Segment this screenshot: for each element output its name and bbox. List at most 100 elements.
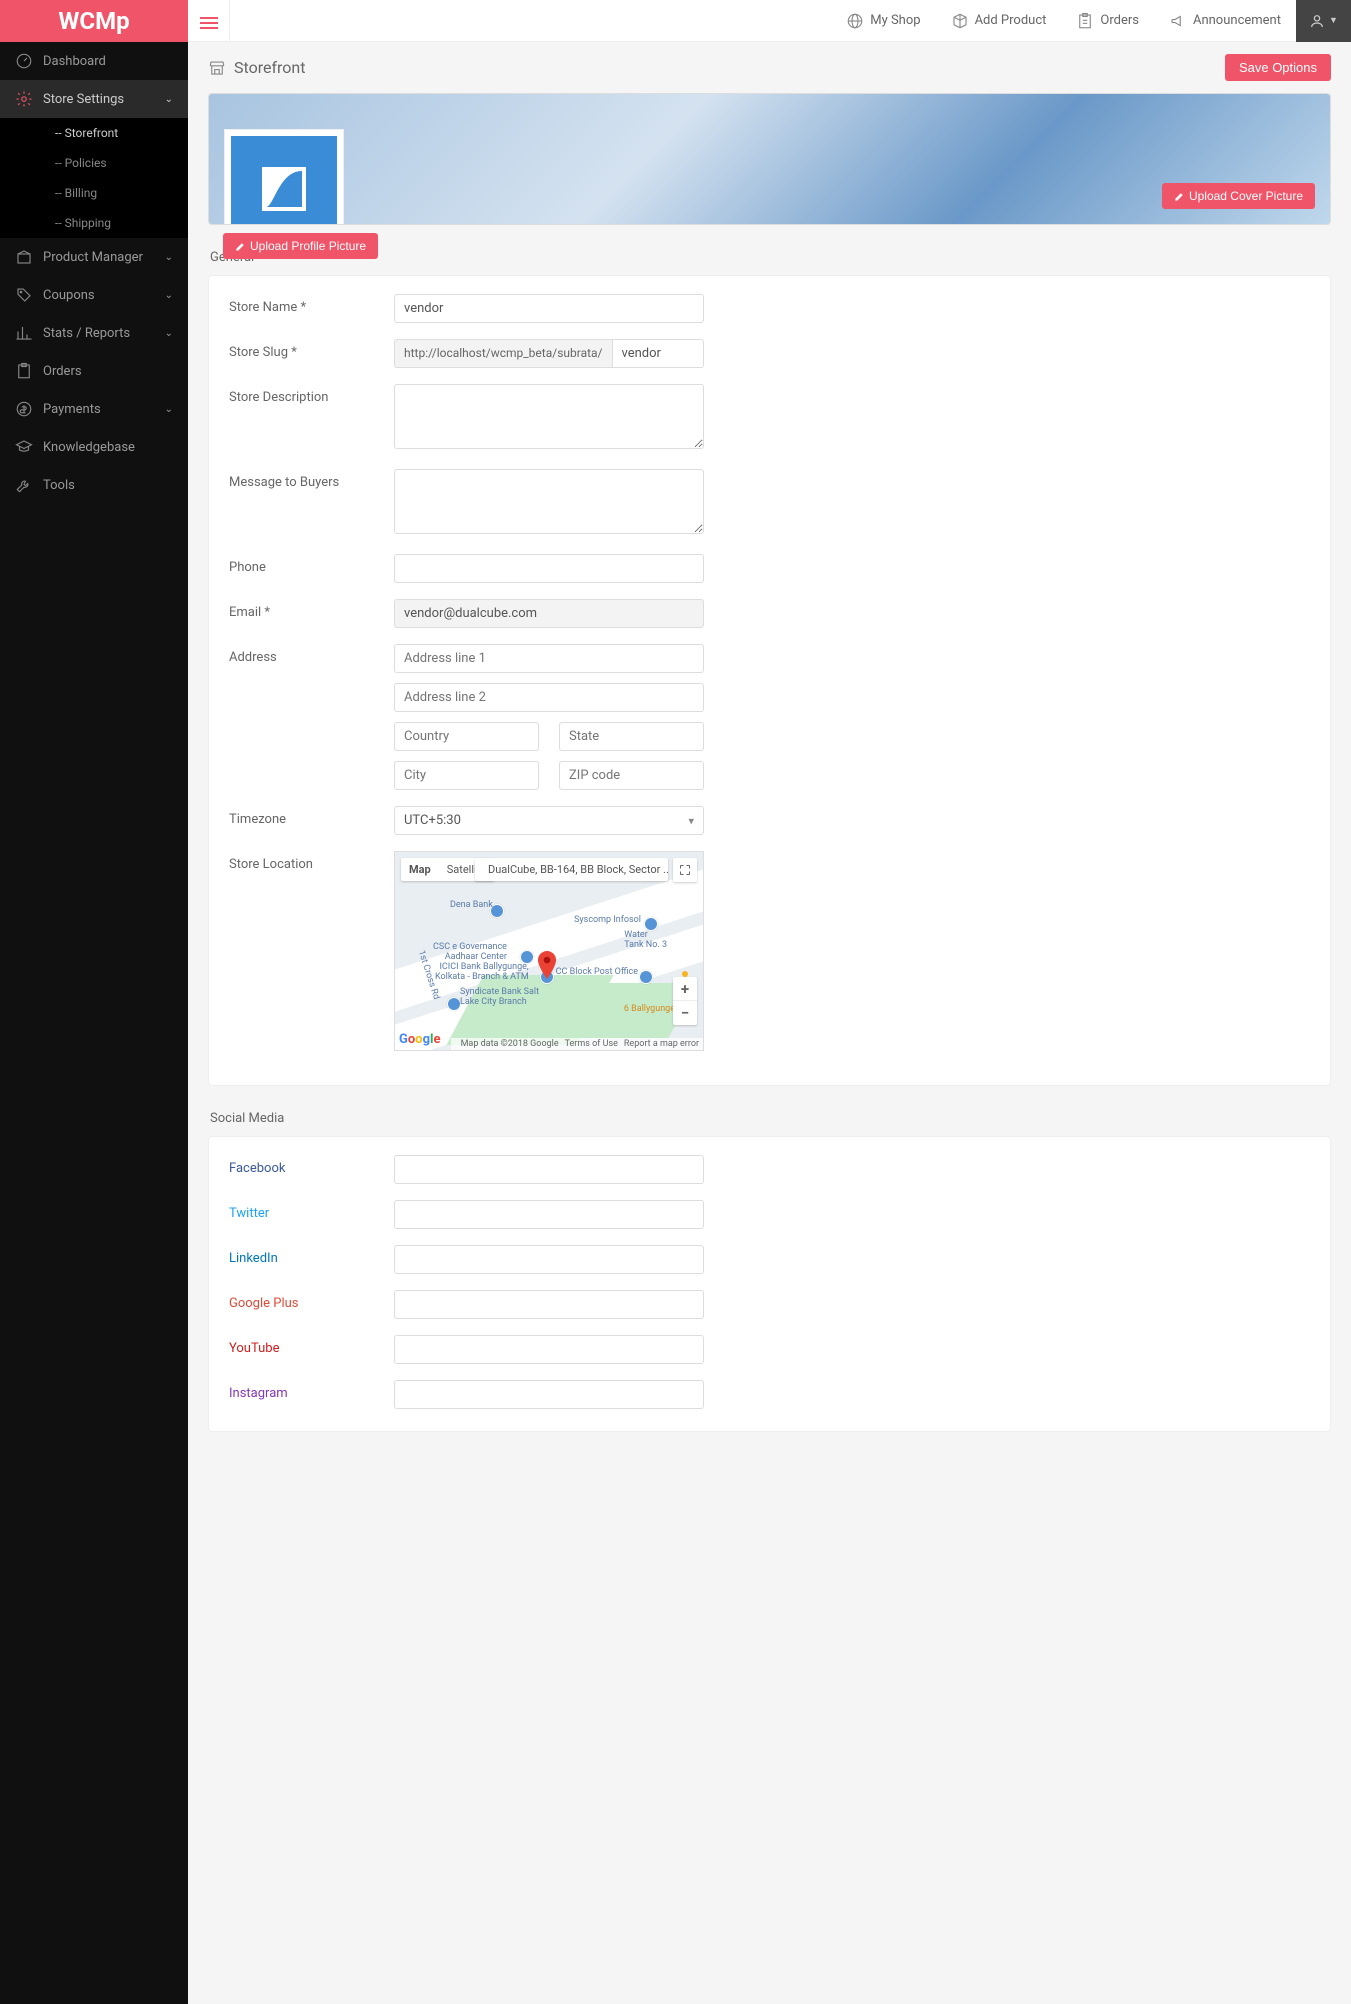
store-location-label: Store Location [229, 851, 394, 872]
map-attribution: Map data ©2018 GoogleTerms of UseReport … [451, 1038, 703, 1050]
tag-icon [15, 286, 33, 304]
sidebar-item-policies[interactable]: Policies [0, 148, 188, 178]
sidebar-item-coupons[interactable]: Coupons ⌄ [0, 276, 188, 314]
map-zoom-in[interactable]: + [673, 977, 697, 1001]
megaphone-icon [1169, 12, 1187, 30]
profile-picture [224, 129, 344, 225]
zip-input[interactable] [559, 761, 704, 790]
email-label: Email * [229, 599, 394, 620]
chevron-down-icon: ▼ [1329, 15, 1338, 26]
chevron-down-icon: ⌄ [165, 328, 173, 339]
wrench-icon [15, 476, 33, 494]
save-options-button[interactable]: Save Options [1225, 54, 1331, 81]
twitter-label: Twitter [229, 1200, 394, 1221]
store-location-map[interactable]: Broad St 1st Cross Rd Dena Bank Syscomp … [394, 851, 704, 1051]
dollar-icon [15, 400, 33, 418]
stats-icon [15, 324, 33, 342]
page-header: Storefront Save Options [188, 42, 1351, 93]
globe-icon [846, 12, 864, 30]
store-name-input[interactable] [394, 294, 704, 323]
topnav-announcement[interactable]: Announcement [1154, 0, 1296, 42]
google-logo: Google [399, 1032, 440, 1047]
topnav-orders[interactable]: Orders [1061, 0, 1154, 42]
address1-input[interactable] [394, 644, 704, 673]
chevron-down-icon: ⌄ [165, 94, 173, 105]
facebook-label: Facebook [229, 1155, 394, 1176]
store-slug-label: Store Slug * [229, 339, 394, 360]
topnav-my-shop[interactable]: My Shop [831, 0, 935, 42]
sidebar-item-store-settings[interactable]: Store Settings ⌄ [0, 80, 188, 118]
sidebar-item-storefront[interactable]: Storefront [0, 118, 188, 148]
user-icon [1309, 13, 1325, 29]
user-menu[interactable]: ▼ [1296, 0, 1351, 42]
brand-logo: WCMp [0, 0, 188, 42]
store-desc-input[interactable] [394, 384, 704, 449]
graduation-icon [15, 438, 33, 456]
linkedin-input[interactable] [394, 1245, 704, 1274]
address2-input[interactable] [394, 683, 704, 712]
phone-input[interactable] [394, 554, 704, 583]
city-input[interactable] [394, 761, 539, 790]
timezone-label: Timezone [229, 806, 394, 827]
state-input[interactable] [559, 722, 704, 751]
sidebar-toggle[interactable] [188, 0, 230, 42]
sidebar: WCMp Dashboard Store Settings ⌄ Storefro… [0, 0, 188, 2004]
phone-label: Phone [229, 554, 394, 575]
clipboard-icon [1076, 12, 1094, 30]
linkedin-label: LinkedIn [229, 1245, 394, 1266]
map-fullscreen[interactable] [673, 858, 697, 882]
chevron-down-icon: ⌄ [165, 404, 173, 415]
pencil-icon [1174, 191, 1185, 202]
upload-profile-button[interactable]: Upload Profile Picture [223, 233, 378, 259]
store-name-label: Store Name * [229, 294, 394, 315]
section-social-title: Social Media [210, 1111, 1331, 1126]
sidebar-item-product-manager[interactable]: Product Manager ⌄ [0, 238, 188, 276]
store-desc-label: Store Description [229, 384, 394, 405]
cube-icon [951, 12, 969, 30]
pencil-icon [235, 241, 246, 252]
address-label: Address [229, 644, 394, 665]
topnav-add-product[interactable]: Add Product [936, 0, 1062, 42]
chevron-down-icon: ⌄ [165, 252, 173, 263]
msg-buyers-input[interactable] [394, 469, 704, 534]
cover-area: Upload Cover Picture [208, 93, 1331, 225]
sidebar-item-payments[interactable]: Payments ⌄ [0, 390, 188, 428]
page-title: Storefront [234, 58, 305, 77]
upload-cover-button[interactable]: Upload Cover Picture [1162, 183, 1315, 209]
social-panel: Facebook Twitter LinkedIn Google Plus Yo… [208, 1136, 1331, 1432]
gear-icon [15, 90, 33, 108]
slug-prefix: http://localhost/wcmp_beta/subrata/ [394, 339, 612, 368]
youtube-label: YouTube [229, 1335, 394, 1356]
map-search[interactable]: DualCube, BB-164, BB Block, Sector ... [475, 858, 668, 881]
fullscreen-icon [679, 864, 691, 876]
map-pin-icon [537, 951, 557, 979]
gplus-input[interactable] [394, 1290, 704, 1319]
store-slug-input[interactable] [612, 339, 705, 368]
timezone-select[interactable]: UTC+5:30 [394, 806, 704, 835]
dashboard-icon [15, 52, 33, 70]
instagram-input[interactable] [394, 1380, 704, 1409]
sidebar-item-knowledgebase[interactable]: Knowledgebase [0, 428, 188, 466]
sidebar-item-dashboard[interactable]: Dashboard [0, 42, 188, 80]
facebook-input[interactable] [394, 1155, 704, 1184]
youtube-input[interactable] [394, 1335, 704, 1364]
map-type-map[interactable]: Map [401, 858, 439, 881]
store-settings-submenu: Storefront Policies Billing Shipping [0, 118, 188, 238]
gplus-label: Google Plus [229, 1290, 394, 1311]
map-zoom-out[interactable]: − [673, 1001, 697, 1025]
clipboard-icon [15, 362, 33, 380]
hamburger-icon [200, 14, 218, 28]
box-icon [15, 248, 33, 266]
email-input[interactable] [394, 599, 704, 628]
chevron-down-icon: ⌄ [165, 290, 173, 301]
sidebar-item-stats[interactable]: Stats / Reports ⌄ [0, 314, 188, 352]
sidebar-item-shipping[interactable]: Shipping [0, 208, 188, 238]
sidebar-item-billing[interactable]: Billing [0, 178, 188, 208]
twitter-input[interactable] [394, 1200, 704, 1229]
profile-logo-icon [254, 159, 314, 219]
sidebar-item-tools[interactable]: Tools [0, 466, 188, 504]
country-input[interactable] [394, 722, 539, 751]
msg-buyers-label: Message to Buyers [229, 469, 394, 490]
general-panel: Store Name * Store Slug * http://localho… [208, 275, 1331, 1086]
sidebar-item-orders[interactable]: Orders [0, 352, 188, 390]
